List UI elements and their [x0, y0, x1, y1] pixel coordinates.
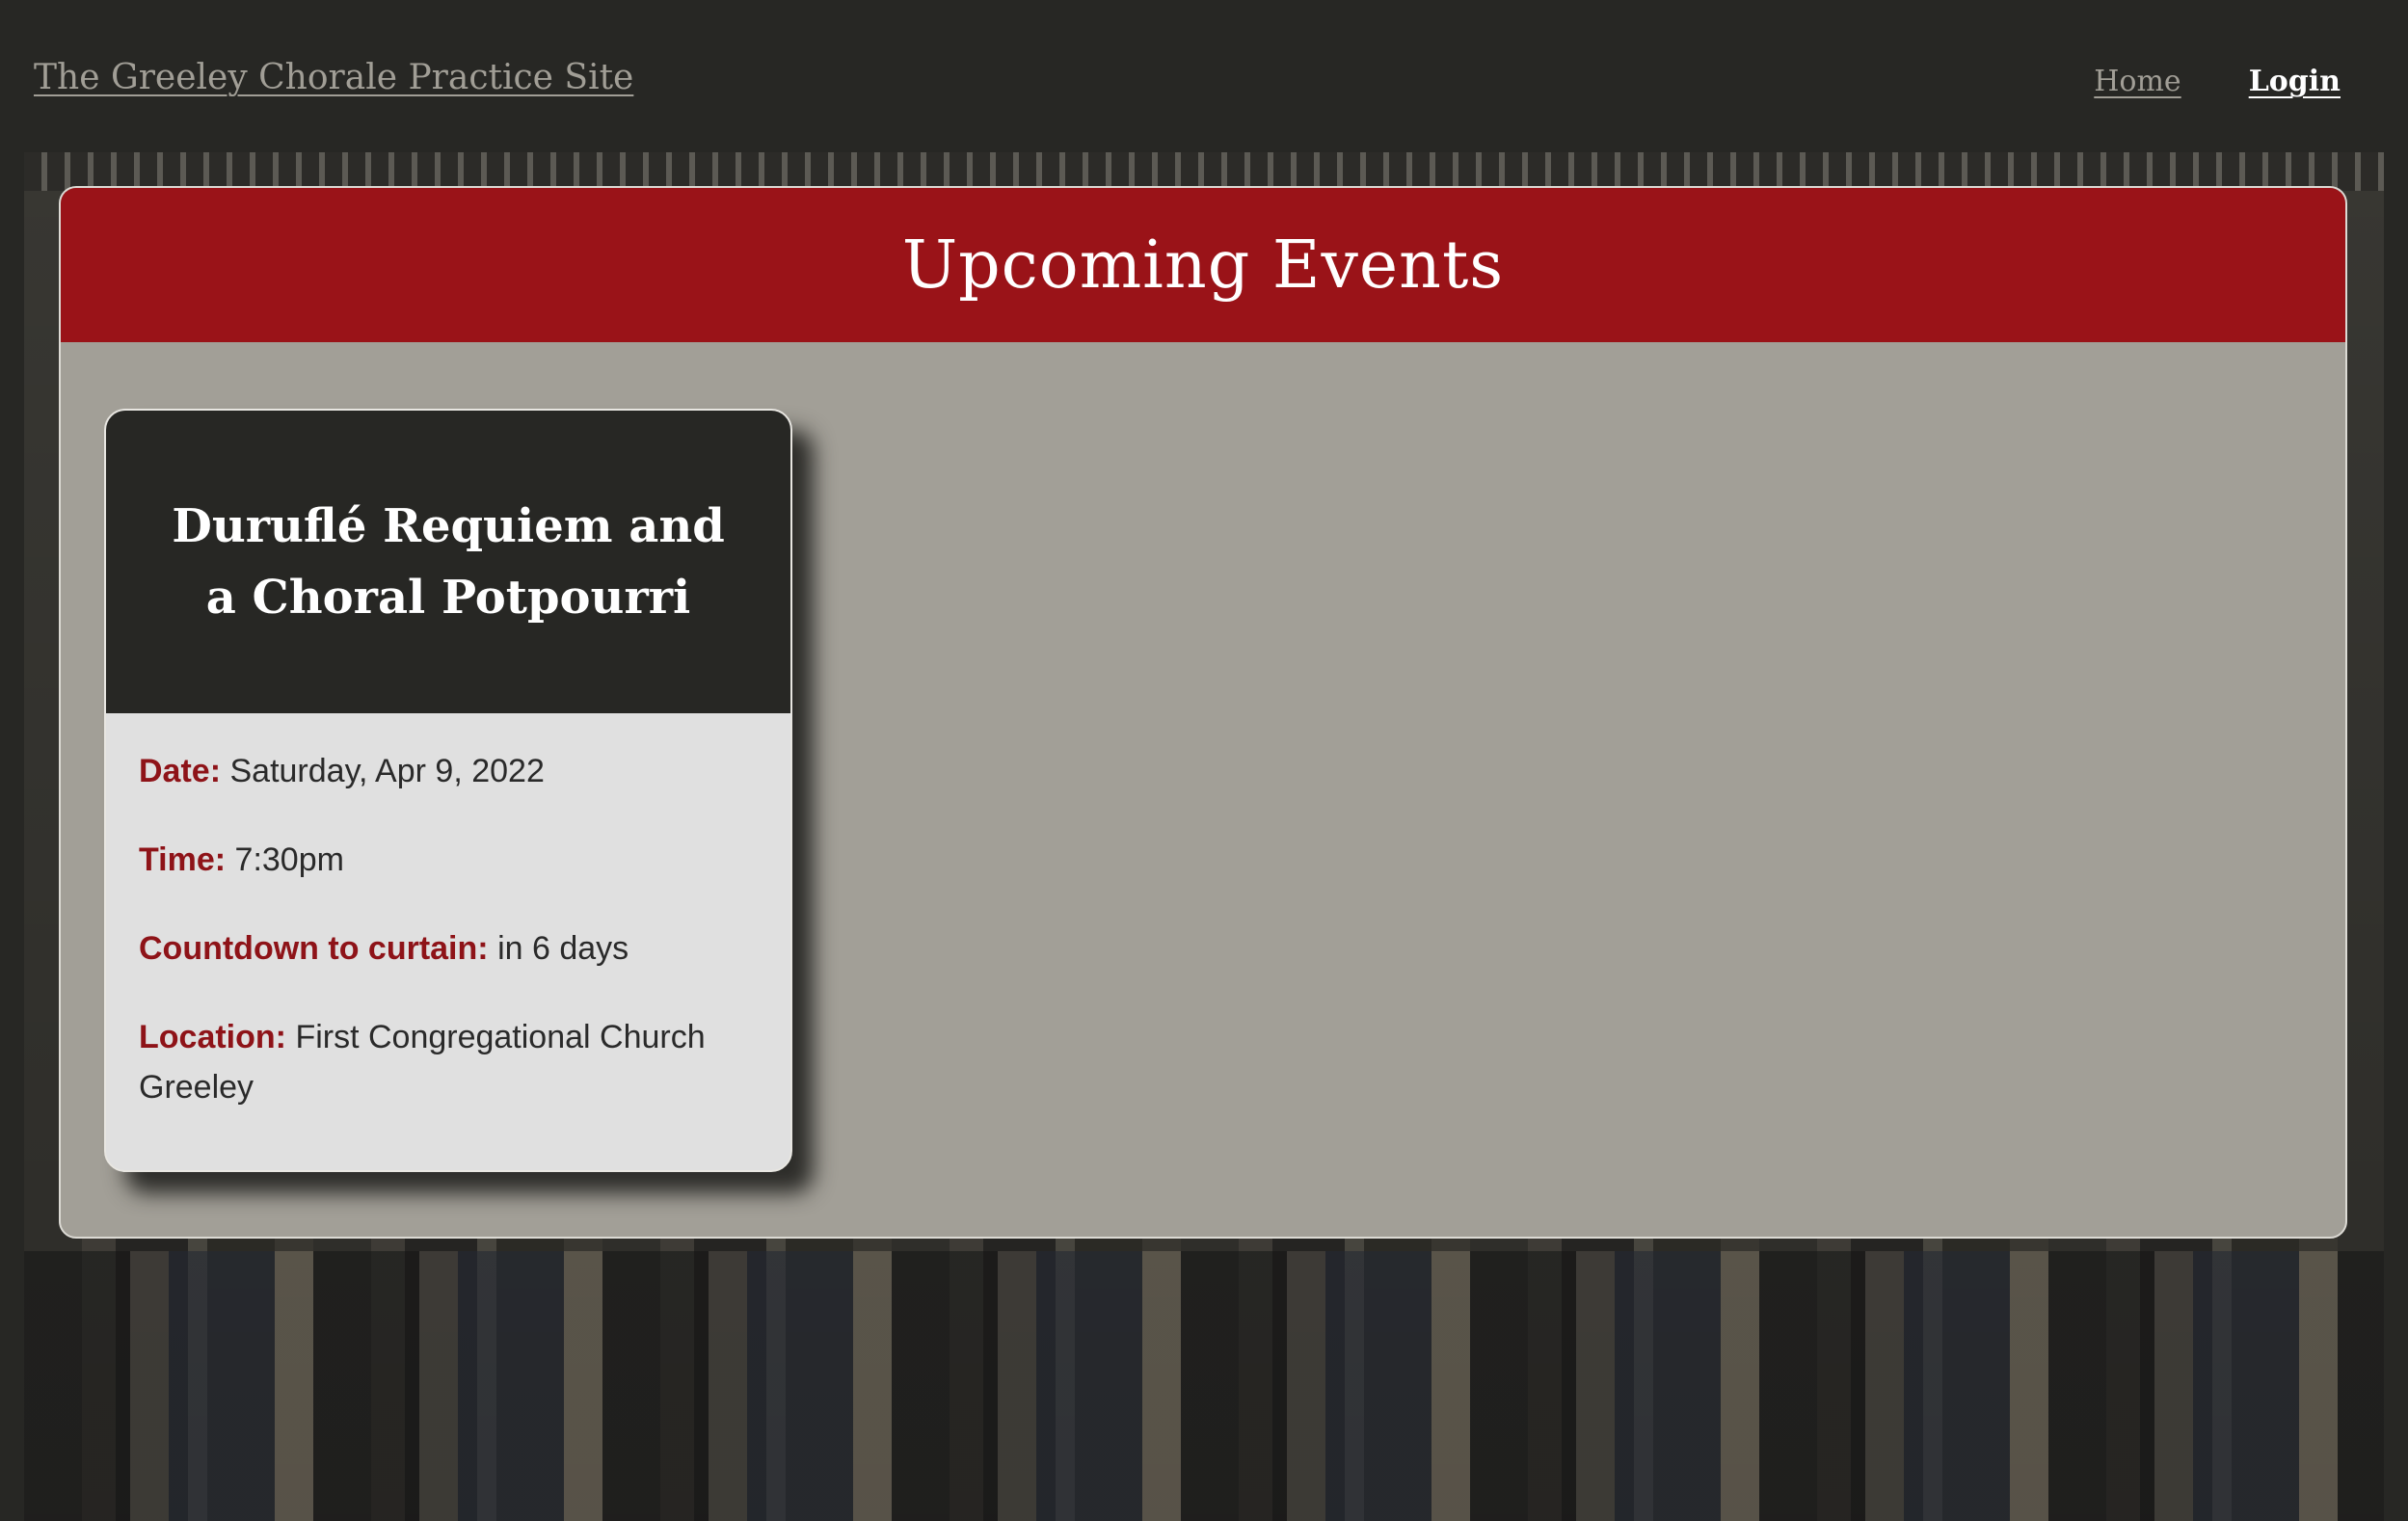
event-time-label: Time: — [139, 841, 227, 878]
event-location-row: Location: First Congregational Church Gr… — [139, 1012, 758, 1112]
event-date-value: Saturday, Apr 9, 2022 — [229, 753, 545, 789]
upcoming-events-panel: Upcoming Events Duruflé Requiem and a Ch… — [59, 186, 2347, 1239]
event-card: Duruflé Requiem and a Choral Potpourri D… — [104, 409, 792, 1172]
event-countdown-value: in 6 days — [497, 930, 629, 967]
event-title: Duruflé Requiem and a Choral Potpourri — [172, 499, 725, 625]
site-brand-link[interactable]: The Greeley Chorale Practice Site — [34, 58, 633, 97]
event-countdown-label: Countdown to curtain: — [139, 930, 489, 967]
nav-home-link[interactable]: Home — [2094, 65, 2181, 98]
event-date-label: Date: — [139, 753, 222, 789]
photo-floor-area — [24, 1251, 2384, 1521]
nav-links: Home Login — [2094, 65, 2341, 98]
event-time-row: Time: 7:30pm — [139, 835, 758, 885]
photo-top-strip — [24, 152, 2384, 191]
nav-login-link[interactable]: Login — [2249, 65, 2341, 98]
event-card-header: Duruflé Requiem and a Choral Potpourri — [106, 411, 790, 713]
event-details: Date: Saturday, Apr 9, 2022 Time: 7:30pm… — [139, 713, 758, 1151]
top-navbar: The Greeley Chorale Practice Site Home L… — [0, 0, 2408, 152]
event-date-row: Date: Saturday, Apr 9, 2022 — [139, 746, 758, 796]
page-title: Upcoming Events — [901, 227, 1505, 304]
event-time-value: 7:30pm — [234, 841, 344, 878]
event-countdown-row: Countdown to curtain: in 6 days — [139, 923, 758, 974]
panel-header: Upcoming Events — [61, 188, 2345, 342]
event-location-label: Location: — [139, 1019, 286, 1055]
